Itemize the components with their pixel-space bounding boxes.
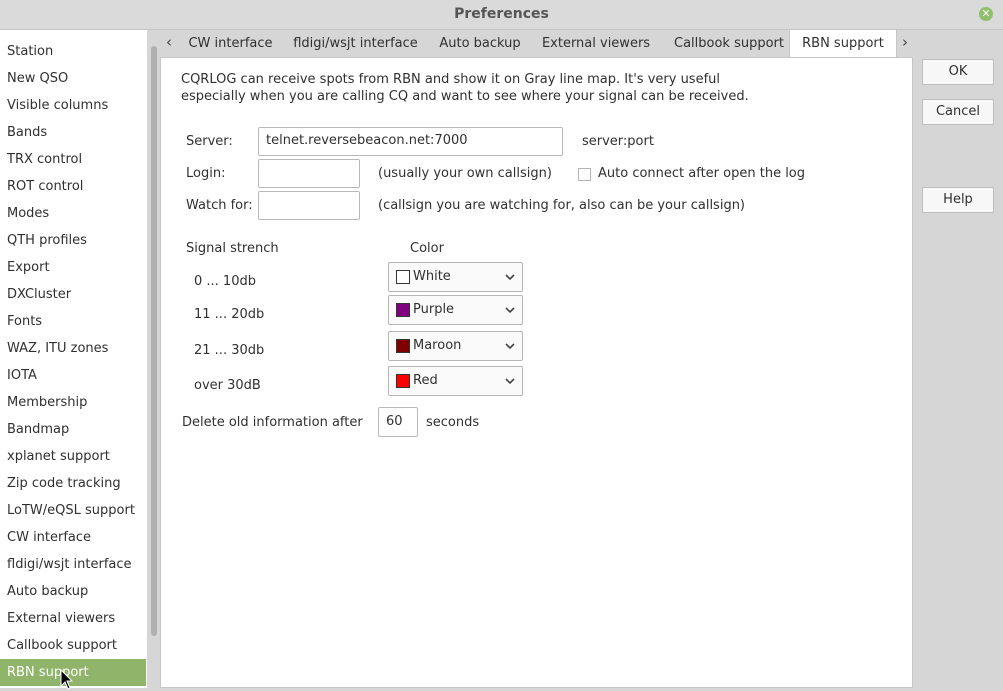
signal-range-label: 21 ... 30db bbox=[194, 343, 265, 358]
color-swatch bbox=[396, 303, 410, 317]
sidebar-item-rot-control[interactable]: ROT control bbox=[0, 173, 146, 200]
sidebar-item-external-viewers[interactable]: External viewers bbox=[0, 605, 146, 632]
sidebar-item-xplanet-support[interactable]: xplanet support bbox=[0, 443, 146, 470]
delete-old-label: Delete old information after bbox=[182, 415, 363, 430]
tab-auto-backup[interactable]: Auto backup bbox=[435, 30, 525, 57]
tab-bar: ‹ CW interface fldigi/wsjt interface Aut… bbox=[160, 30, 914, 58]
ok-button[interactable]: OK bbox=[922, 59, 994, 85]
color-select-11-20db[interactable]: Purple bbox=[388, 295, 523, 325]
sidebar-item-cw-interface[interactable]: CW interface bbox=[0, 524, 146, 551]
color-select-value: Red bbox=[413, 373, 438, 388]
watch-for-label: Watch for: bbox=[186, 198, 253, 213]
sidebar-item-iota[interactable]: IOTA bbox=[0, 362, 146, 389]
login-input[interactable] bbox=[258, 159, 360, 188]
window-title: Preferences bbox=[454, 6, 549, 22]
sidebar-item-new-qso[interactable]: New QSO bbox=[0, 65, 146, 92]
title-bar: Preferences ✕ bbox=[0, 0, 1003, 30]
login-hint: (usually your own callsign) bbox=[378, 166, 552, 181]
sidebar-item-callbook-support[interactable]: Callbook support bbox=[0, 632, 146, 659]
close-icon[interactable]: ✕ bbox=[979, 7, 993, 21]
tab-external-viewers[interactable]: External viewers bbox=[540, 30, 652, 57]
color-swatch bbox=[396, 374, 410, 388]
sidebar-item-qth-profiles[interactable]: QTH profiles bbox=[0, 227, 146, 254]
color-header: Color bbox=[410, 241, 444, 256]
delete-unit-label: seconds bbox=[426, 415, 480, 430]
watch-for-hint: (callsign you are watching for, also can… bbox=[378, 198, 746, 213]
tab-callbook-support[interactable]: Callbook support bbox=[667, 30, 791, 57]
auto-connect-checkbox[interactable] bbox=[578, 168, 591, 181]
color-swatch bbox=[396, 339, 410, 353]
delete-seconds-spinner[interactable]: 60 bbox=[378, 407, 418, 437]
cancel-button[interactable]: Cancel bbox=[922, 99, 994, 125]
sidebar-item-auto-backup[interactable]: Auto backup bbox=[0, 578, 146, 605]
signal-range-label: 0 ... 10db bbox=[194, 274, 256, 289]
color-swatch bbox=[396, 270, 410, 284]
watch-for-input[interactable] bbox=[258, 191, 360, 220]
sidebar-item-fonts[interactable]: Fonts bbox=[0, 308, 146, 335]
tab-scroll-left-icon[interactable]: ‹ bbox=[160, 30, 178, 57]
color-select-over-30db[interactable]: Red bbox=[388, 366, 523, 396]
server-hint: server:port bbox=[582, 134, 654, 149]
tab-rbn-support[interactable]: RBN support bbox=[789, 30, 897, 58]
description-line-2: especially when you are calling CQ and w… bbox=[181, 89, 749, 104]
sidebar-scrollbar[interactable] bbox=[149, 30, 159, 688]
sidebar-item-station[interactable]: Station bbox=[0, 38, 146, 65]
tab-fldigi-wsjt-interface[interactable]: fldigi/wsjt interface bbox=[290, 30, 421, 57]
sidebar-item-membership[interactable]: Membership bbox=[0, 389, 146, 416]
sidebar-item-bandmap[interactable]: Bandmap bbox=[0, 416, 146, 443]
chevron-down-icon bbox=[505, 378, 515, 385]
color-select-value: Purple bbox=[413, 302, 455, 317]
sidebar-item-zip-code-tracking[interactable]: Zip code tracking bbox=[0, 470, 146, 497]
chevron-down-icon bbox=[505, 307, 515, 314]
sidebar-item-lotw-eqsl-support[interactable]: LoTW/eQSL support bbox=[0, 497, 146, 524]
color-select-value: Maroon bbox=[413, 338, 462, 353]
sidebar-item-waz-itu-zones[interactable]: WAZ, ITU zones bbox=[0, 335, 146, 362]
help-button[interactable]: Help bbox=[922, 187, 994, 213]
sidebar-item-dxcluster[interactable]: DXCluster bbox=[0, 281, 146, 308]
signal-range-label: over 30dB bbox=[194, 378, 261, 393]
sidebar-scrollbar-thumb[interactable] bbox=[151, 46, 157, 636]
color-select-21-30db[interactable]: Maroon bbox=[388, 331, 523, 361]
chevron-down-icon bbox=[505, 274, 515, 281]
signal-range-label: 11 ... 20db bbox=[194, 307, 265, 322]
sidebar-item-trx-control[interactable]: TRX control bbox=[0, 146, 146, 173]
color-select-value: White bbox=[413, 269, 451, 284]
color-select-0-10db[interactable]: White bbox=[388, 262, 523, 292]
sidebar-item-bands[interactable]: Bands bbox=[0, 119, 146, 146]
signal-strength-header: Signal strench bbox=[186, 241, 279, 256]
auto-connect-label[interactable]: Auto connect after open the log bbox=[598, 166, 805, 181]
tab-cw-interface[interactable]: CW interface bbox=[184, 30, 277, 57]
sidebar-item-modes[interactable]: Modes bbox=[0, 200, 146, 227]
rbn-support-panel: CQRLOG can receive spots from RBN and sh… bbox=[160, 57, 913, 688]
login-label: Login: bbox=[186, 166, 226, 181]
sidebar-item-export[interactable]: Export bbox=[0, 254, 146, 281]
mouse-cursor-icon bbox=[60, 669, 74, 690]
server-input[interactable]: telnet.reversebeacon.net:7000 bbox=[258, 127, 563, 156]
sidebar-item-visible-columns[interactable]: Visible columns bbox=[0, 92, 146, 119]
server-label: Server: bbox=[186, 134, 233, 149]
tab-scroll-right-icon[interactable]: › bbox=[896, 30, 914, 57]
description-line-1: CQRLOG can receive spots from RBN and sh… bbox=[181, 72, 721, 87]
preferences-sidebar[interactable]: Station New QSO Visible columns Bands TR… bbox=[0, 30, 147, 688]
chevron-down-icon bbox=[505, 343, 515, 350]
sidebar-item-fldigi-wsjt-interface[interactable]: fldigi/wsjt interface bbox=[0, 551, 146, 578]
